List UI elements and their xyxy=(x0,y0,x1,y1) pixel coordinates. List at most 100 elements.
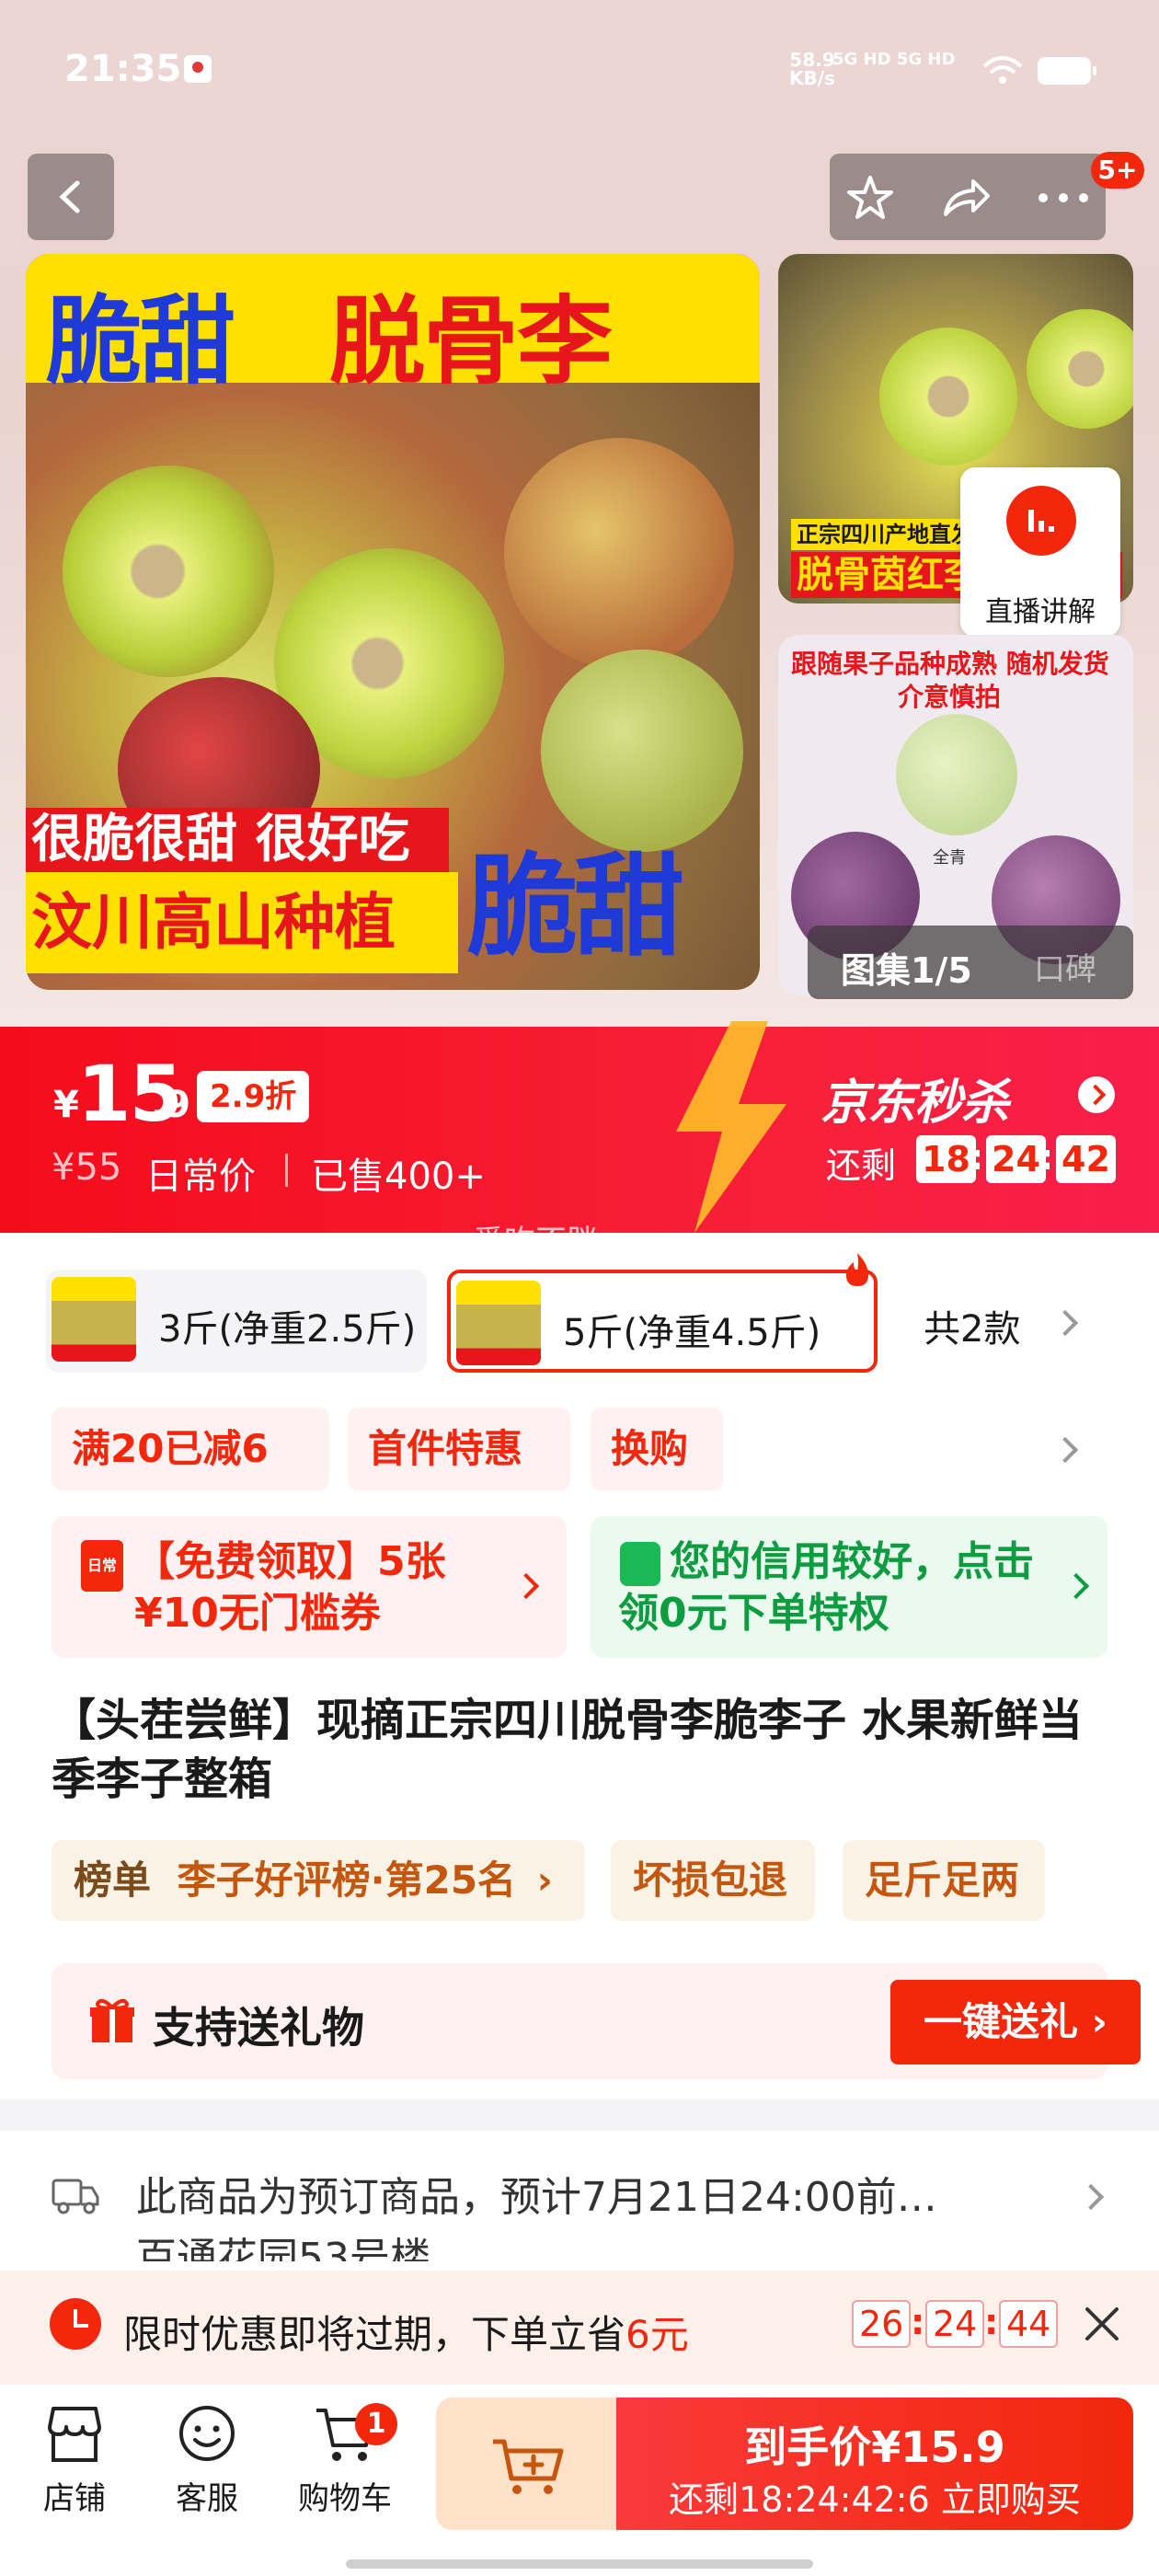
wifi-icon xyxy=(982,56,1023,84)
credit-privilege-card[interactable]: 您的信用较好，点击领0元下单特权 xyxy=(591,1516,1107,1658)
store-nav[interactable]: 店铺 xyxy=(15,2403,134,2518)
image-tag-yellow: 汶川高山种植 xyxy=(26,872,458,973)
gift-icon xyxy=(90,1998,134,2042)
sku-label: 5斤(净重4.5斤) xyxy=(563,1312,821,1354)
promo-chip[interactable]: 满20已减6 xyxy=(52,1408,329,1490)
promo-chip[interactable]: 换购 xyxy=(591,1408,723,1490)
promo-chip[interactable]: 首件特惠 xyxy=(348,1408,570,1490)
countdown-hours: 18 xyxy=(916,1135,976,1183)
live-label: 直播讲解 xyxy=(985,596,1096,628)
expiring-offer-bar: 限时优惠即将过期，下单立省6元 26 : 24 : 44 xyxy=(0,2271,1159,2385)
chevron-right-icon xyxy=(512,1572,540,1600)
main-product-image[interactable]: 脆甜 脱骨李 很脆很甜 很好吃 汶川高山种植 脆甜 xyxy=(26,254,760,990)
chevron-right-icon: › xyxy=(536,1857,553,1903)
product-title: 【头茬尝鲜】现摘正宗四川脱骨李脆李子 水果新鲜当季李子整箱 xyxy=(52,1695,1083,1805)
sku-label: 3斤(净重2.5斤) xyxy=(158,1308,417,1351)
ranking-text: 李子好评榜·第25名 xyxy=(177,1857,517,1903)
flash-sale-title[interactable]: 京东秒杀 xyxy=(820,1064,1009,1133)
gallery-switcher: 图集1/5 口碑 xyxy=(808,926,1133,999)
image-tag-red: 很脆很甜 很好吃 xyxy=(26,808,449,872)
sold-count: 已售400+ xyxy=(311,1156,486,1198)
coupon-text: 【免费领取】5张¥10无门槛券 xyxy=(134,1538,446,1637)
credit-text: 您的信用较好，点击领0元下单特权 xyxy=(618,1538,1034,1637)
back-button[interactable] xyxy=(28,154,114,240)
sku-thumbnail xyxy=(52,1277,136,1362)
countdown-separator: : xyxy=(911,2302,925,2342)
chevron-right-icon xyxy=(1062,1572,1090,1600)
countdown-seconds: 44 xyxy=(999,2300,1059,2348)
more-icon[interactable] xyxy=(1034,174,1093,222)
expiring-text: 限时优惠即将过期，下单立省6元 xyxy=(123,2312,689,2357)
ranking-prefix: 榜单 xyxy=(74,1857,152,1903)
send-gift-button[interactable]: 一键送礼 › xyxy=(890,1980,1141,2064)
message-badge: 5+ xyxy=(1091,152,1144,189)
sku-thumbnail xyxy=(456,1281,541,1365)
countdown-minutes: 24 xyxy=(925,2300,985,2348)
countdown-separator: : xyxy=(970,1137,984,1178)
close-icon[interactable] xyxy=(1082,2304,1122,2344)
chevron-right-icon[interactable] xyxy=(1078,1076,1115,1113)
chevron-left-icon xyxy=(59,180,80,213)
add-cart-icon xyxy=(493,2439,564,2494)
service-tag[interactable]: 坏损包退 xyxy=(611,1840,815,1921)
cart-badge: 1 xyxy=(355,2403,397,2445)
buy-countdown: 还剩18:24:42:6 立即购买 xyxy=(669,2479,1081,2520)
coupon-card[interactable]: 日常 【免费领取】5张¥10无门槛券 xyxy=(52,1516,567,1658)
plum-label: 全青 xyxy=(933,848,966,868)
buy-price: 到手价¥15.9 xyxy=(744,2422,1005,2472)
original-price-label: 日常价 xyxy=(145,1156,256,1198)
buy-now-button[interactable]: 到手价¥15.9 还剩18:24:42:6 立即购买 xyxy=(616,2398,1133,2530)
countdown-label: 还剩 xyxy=(826,1145,897,1186)
price-decimal: .9 xyxy=(151,1084,191,1126)
countdown-separator: : xyxy=(984,2302,999,2342)
reviews-tab[interactable]: 口碑 xyxy=(1034,944,1096,989)
home-indicator[interactable] xyxy=(346,2559,813,2569)
live-explain-button[interactable]: 直播讲解 xyxy=(960,467,1120,637)
clock-icon xyxy=(50,2298,101,2350)
thumbnail-caption: 介意慎拍 xyxy=(898,682,1002,712)
divider xyxy=(285,1154,288,1187)
ranking-tag[interactable]: 榜单 李子好评榜·第25名 › xyxy=(52,1840,585,1921)
cart-label: 购物车 xyxy=(298,2480,392,2517)
image-title-b: 脱骨李 xyxy=(329,285,613,397)
countdown-seconds: 42 xyxy=(1056,1135,1116,1183)
store-icon xyxy=(48,2407,101,2462)
image-tag-big: 脆甜 xyxy=(467,844,684,972)
share-icon[interactable] xyxy=(940,174,992,222)
image-title-a: 脆甜 xyxy=(46,285,235,397)
store-label: 店铺 xyxy=(43,2480,106,2517)
countdown-hours: 26 xyxy=(852,2300,912,2348)
service-tag[interactable]: 足斤足两 xyxy=(843,1840,1045,1921)
header-actions xyxy=(830,154,1106,240)
gift-section: 支持送礼物 一键送礼 › xyxy=(52,1963,1141,2079)
service-label: 客服 xyxy=(176,2480,238,2517)
thumbnail-caption: 跟随果子品种成熟 随机发货 xyxy=(791,649,1109,679)
gift-label: 支持送礼物 xyxy=(153,2003,364,2053)
status-time: 21:35 xyxy=(64,48,182,90)
shipping-info[interactable]: 此商品为预订商品，预计7月21日24:00前… xyxy=(136,2164,1019,2223)
signal-indicator: 5G HD 5G HD xyxy=(832,50,956,69)
lightning-icon xyxy=(676,1021,786,1233)
customer-service-icon xyxy=(179,2406,235,2461)
sku-option-selected[interactable]: 5斤(净重4.5斤) xyxy=(447,1270,878,1373)
service-nav[interactable]: 客服 xyxy=(147,2403,267,2518)
add-to-cart-button[interactable] xyxy=(436,2398,638,2530)
discount-badge: 2.9折 xyxy=(197,1071,310,1122)
plum-image xyxy=(896,714,1017,835)
price-currency: ¥ xyxy=(53,1084,79,1126)
sku-count[interactable]: 共2款 xyxy=(924,1299,1020,1352)
countdown-minutes: 24 xyxy=(986,1135,1046,1183)
network-speed: 58.9 KB/s xyxy=(789,49,835,89)
live-icon xyxy=(1006,486,1076,556)
original-price: ¥55 xyxy=(52,1146,122,1189)
delivery-truck-icon xyxy=(52,2179,99,2214)
gallery-counter[interactable]: 图集1/5 xyxy=(841,942,972,993)
star-icon[interactable] xyxy=(844,174,896,222)
section-divider xyxy=(0,2099,1159,2131)
sku-option[interactable]: 3斤(净重2.5斤) xyxy=(46,1270,427,1373)
shipping-address: 百通花园53号楼 xyxy=(136,2235,430,2261)
countdown-separator: : xyxy=(1039,1137,1054,1178)
battery-icon xyxy=(1038,57,1096,85)
location-icon xyxy=(184,55,212,83)
flame-icon xyxy=(846,1253,868,1286)
